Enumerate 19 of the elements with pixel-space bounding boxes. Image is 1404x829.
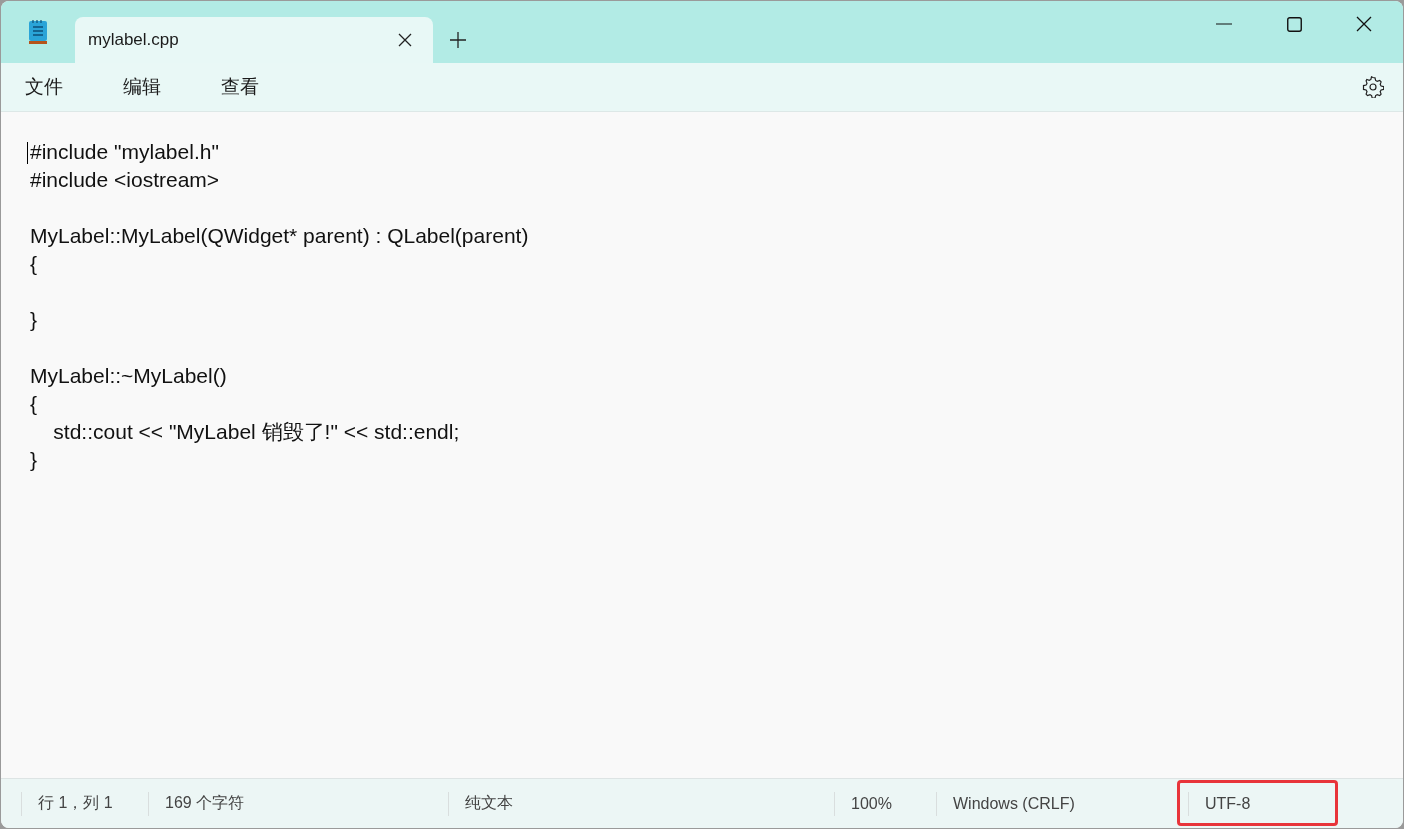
maximize-icon <box>1286 16 1302 32</box>
status-text: UTF-8 <box>1205 794 1251 813</box>
status-text: 行 1，列 1 <box>38 793 113 813</box>
minimize-icon <box>1216 23 1232 25</box>
status-text: 纯文本 <box>465 793 513 813</box>
text-cursor <box>27 142 28 164</box>
plus-icon <box>450 32 466 48</box>
notepad-icon <box>28 19 48 45</box>
close-icon <box>1356 16 1372 32</box>
menu-item[interactable]: 文件 <box>13 70 75 104</box>
file-tab[interactable]: mylabel.cpp <box>75 17 433 63</box>
menu-item[interactable]: 查看 <box>209 70 271 104</box>
settings-icon <box>1362 76 1384 98</box>
code-text: #include "mylabel.h" #include <iostream> MyLabel::MyLabel(QWidget* parent) : QLabel(parent) { } MyLabel::~MyLabel() { std::cout << "MyLabel 销毁了!" << std::endl; } <box>30 139 529 473</box>
status-text: Windows (CRLF) <box>953 794 1075 813</box>
status-text: 100% <box>851 794 892 813</box>
status-text: 169 个字符 <box>165 793 245 813</box>
menu-item[interactable]: 编辑 <box>111 70 173 104</box>
close-icon <box>398 33 412 47</box>
